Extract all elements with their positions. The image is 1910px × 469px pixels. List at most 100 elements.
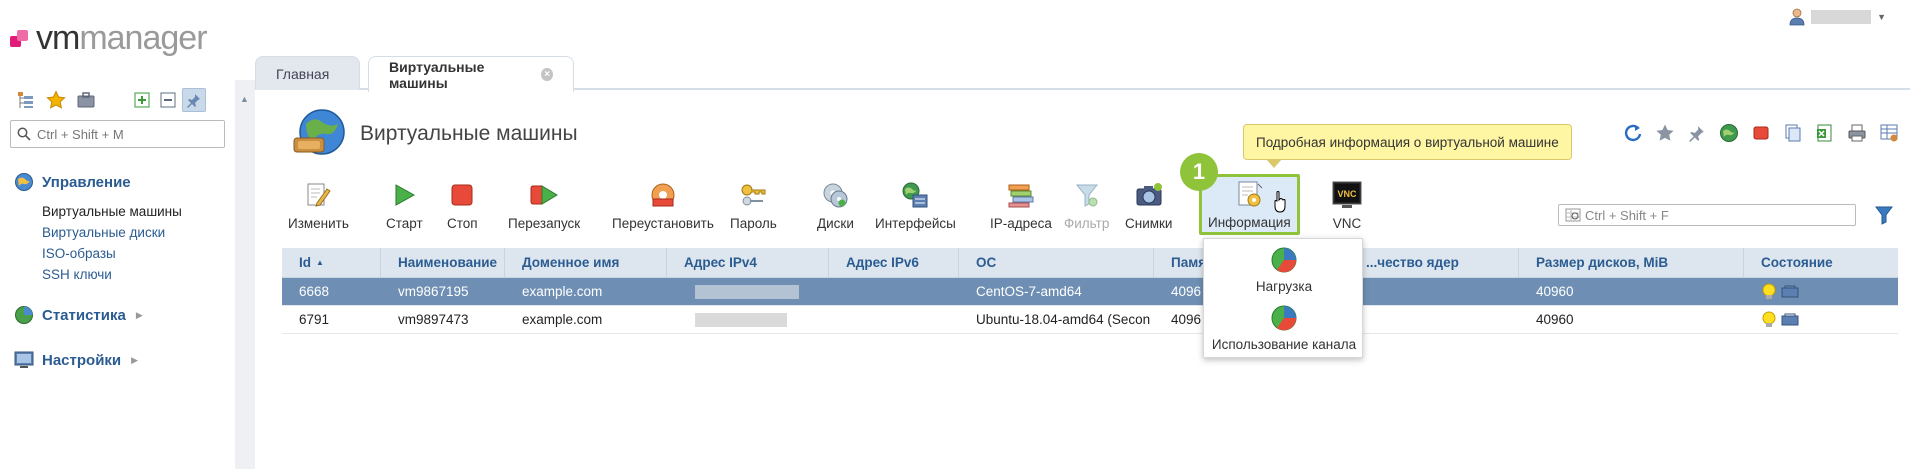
edit-button[interactable]: Изменить xyxy=(288,180,349,231)
print-icon[interactable] xyxy=(1846,122,1868,144)
sidebar-items: Виртуальные машины Виртуальные диски ISO… xyxy=(42,201,182,285)
tab-virtual-machines[interactable]: Виртуальные машины × xyxy=(368,56,574,92)
info-tooltip: Подробная информация о виртуальной машин… xyxy=(1243,124,1572,168)
chevron-right-icon: ▶ xyxy=(135,309,143,320)
restart-icon xyxy=(529,180,559,210)
sidebar-search-input[interactable] xyxy=(10,120,225,148)
col-ipv6[interactable]: Адрес IPv6 xyxy=(829,248,959,277)
vm-table: Id ▲ Наименование Доменное имя Адрес IPv4… xyxy=(282,248,1898,334)
star-icon[interactable] xyxy=(44,88,68,112)
cell-disk: 40960 xyxy=(1536,284,1574,299)
redacted-ipv4 xyxy=(695,284,799,299)
vmmanager-logo[interactable]: vmmanager xyxy=(10,18,208,58)
table-search-icon xyxy=(1565,208,1581,222)
funnel-filter-icon[interactable] xyxy=(1874,205,1894,225)
key-icon xyxy=(738,180,768,210)
restart-button[interactable]: Перезапуск xyxy=(508,180,580,231)
sidebar-section-management[interactable]: Управление xyxy=(14,172,131,192)
sidebar-item-virtual-machines[interactable]: Виртуальные машины xyxy=(42,201,182,222)
collapse-all-icon[interactable] xyxy=(156,88,180,112)
start-button[interactable]: Старт xyxy=(386,180,423,231)
cell-name: vm9867195 xyxy=(398,284,469,299)
cell-ipv6 xyxy=(829,306,959,333)
sidebar-splitter[interactable]: ▲ xyxy=(235,80,255,469)
menu-item-load[interactable]: Нагрузка xyxy=(1204,245,1364,294)
user-name: ████████ xyxy=(1811,10,1872,24)
table-row[interactable]: 6668 vm9867195 example.com CentOS-7-amd6… xyxy=(282,278,1898,306)
info-icon xyxy=(1234,179,1264,209)
copy-icon[interactable] xyxy=(1782,122,1804,144)
cell-os: Ubuntu-18.04-amd64 (Secon xyxy=(976,312,1151,327)
vm-status-icon xyxy=(1781,285,1799,297)
col-name[interactable]: Наименование xyxy=(381,248,505,277)
table-row[interactable]: 6791 vm9897473 example.com Ubuntu-18.04-… xyxy=(282,306,1898,334)
vm-status-icon xyxy=(1781,313,1799,325)
statistics-icon xyxy=(15,306,33,324)
sidebar-search-field[interactable] xyxy=(37,126,217,142)
lightbulb-on-icon xyxy=(1762,283,1776,299)
col-os[interactable]: ОС xyxy=(959,248,1154,277)
settings-monitor-icon xyxy=(14,351,34,368)
filter-icon xyxy=(1072,180,1102,210)
vnc-button[interactable]: VNC VNC xyxy=(1332,180,1362,231)
lightbulb-on-icon xyxy=(1762,311,1776,327)
col-domain[interactable]: Доменное имя xyxy=(505,248,667,277)
briefcase-icon[interactable] xyxy=(74,88,98,112)
tab-home[interactable]: Главная xyxy=(255,56,360,90)
page-actions xyxy=(1622,122,1900,144)
tree-view-icon[interactable] xyxy=(14,88,38,112)
col-state[interactable]: Состояние xyxy=(1744,248,1898,277)
globe-icon[interactable] xyxy=(1718,122,1740,144)
table-search-field[interactable] xyxy=(1585,207,1845,223)
col-ipv4[interactable]: Адрес IPv4 xyxy=(667,248,829,277)
pie-chart-icon xyxy=(1271,305,1297,331)
snapshots-button[interactable]: Снимки xyxy=(1125,180,1172,231)
cell-disk: 40960 xyxy=(1536,312,1574,327)
stop-button[interactable]: Стоп xyxy=(447,180,478,231)
filter-button[interactable]: Фильтр xyxy=(1064,180,1109,231)
chevron-down-icon: ▼ xyxy=(1877,12,1886,22)
cell-state xyxy=(1744,278,1898,305)
disks-icon xyxy=(820,180,850,210)
col-disk-size[interactable]: Размер дисков, MiB xyxy=(1519,248,1744,277)
pin-icon[interactable] xyxy=(1686,122,1708,144)
vmmanager-window: vmmanager ████████ ▼ xyxy=(0,0,1910,469)
tab-bar: Главная Виртуальные машины × xyxy=(255,54,1910,92)
sidebar-item-ssh-keys[interactable]: SSH ключи xyxy=(42,264,182,285)
svg-text:VNC: VNC xyxy=(1337,189,1357,199)
expand-all-icon[interactable] xyxy=(130,88,154,112)
interfaces-button[interactable]: Интерфейсы xyxy=(875,180,956,231)
logo-text: vmmanager xyxy=(36,19,208,57)
camera-icon xyxy=(1134,180,1164,210)
reinstall-button[interactable]: Переустановить xyxy=(612,180,714,231)
password-button[interactable]: Пароль xyxy=(730,180,777,231)
col-id[interactable]: Id ▲ xyxy=(282,248,381,277)
disks-button[interactable]: Диски xyxy=(817,180,854,231)
sidebar-item-virtual-disks[interactable]: Виртуальные диски xyxy=(42,222,182,243)
collapse-arrow-icon[interactable]: ▲ xyxy=(240,94,249,104)
cell-id: 6668 xyxy=(299,284,330,299)
refresh-icon[interactable] xyxy=(1622,122,1644,144)
network-interfaces-icon xyxy=(900,180,930,210)
step-badge: 1 xyxy=(1180,153,1218,191)
close-tab-icon[interactable]: × xyxy=(541,68,553,81)
sidebar-section-settings[interactable]: Настройки ▶ xyxy=(14,350,138,370)
globe-icon xyxy=(15,173,33,191)
favorite-star-icon[interactable] xyxy=(1654,122,1676,144)
pin-icon[interactable] xyxy=(182,88,206,112)
pie-chart-icon xyxy=(1271,247,1297,273)
user-menu[interactable]: ████████ ▼ xyxy=(1789,8,1886,26)
sidebar-section-statistics[interactable]: Статистика ▶ xyxy=(14,305,143,325)
redacted-ipv4 xyxy=(695,312,787,327)
user-avatar-icon xyxy=(1789,8,1805,26)
table-settings-icon[interactable] xyxy=(1878,122,1900,144)
stop-icon[interactable] xyxy=(1750,122,1772,144)
table-search[interactable] xyxy=(1558,204,1856,226)
sidebar-item-iso-images[interactable]: ISO-образы xyxy=(42,243,182,264)
excel-export-icon[interactable] xyxy=(1814,122,1836,144)
hand-cursor-icon xyxy=(1274,191,1286,213)
ip-addresses-button[interactable]: IP-адреса xyxy=(990,180,1052,231)
info-dropdown-menu: Нагрузка Использование канала xyxy=(1203,238,1363,358)
menu-item-channel-usage[interactable]: Использование канала xyxy=(1204,303,1364,352)
chevron-right-icon: ▶ xyxy=(131,354,139,365)
